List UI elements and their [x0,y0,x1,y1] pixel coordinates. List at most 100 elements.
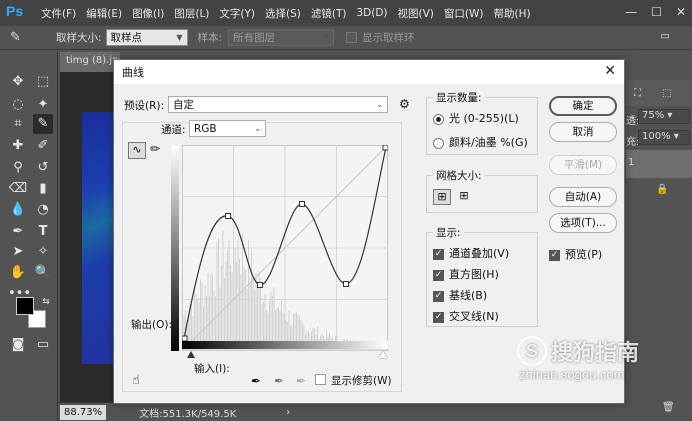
menu-view[interactable]: 视图(V) [393,6,439,21]
preset-value: 自定 [173,99,194,111]
fill-field[interactable]: 100% ▾ [638,130,690,145]
maximize-icon[interactable]: ☐ [651,5,662,19]
zoom-tool-icon[interactable]: 🔍 [33,263,53,283]
watermark-url: zhinan.sogou.com [519,367,625,382]
document-tab[interactable]: timg (8).jpg [60,52,120,72]
channel-overlay-checkbox: ✓ [433,248,444,260]
swap-colors-icon[interactable]: ⇆ [36,292,56,312]
marquee-tool-icon[interactable]: ⬚ [33,72,53,92]
dialog-title: 曲线 [122,66,144,79]
zoom-level-field[interactable]: 88.73% [60,404,107,420]
delete-layer-icon[interactable]: 🗑 [662,402,675,413]
intersection-checkbox: ✓ [433,311,444,323]
curve-mode-icon[interactable]: ∿ [128,142,146,159]
lock-position-icon[interactable]: ⬚ [662,88,671,99]
options-button[interactable]: 选项(T)... [549,213,617,233]
chevron-down-icon: ⌄ [254,124,261,133]
status-menu-arrow-icon[interactable]: › [286,407,290,418]
channel-overlay-label: 通道叠加(V) [449,247,510,260]
menu-3d[interactable]: 3D(D) [351,7,392,19]
gray-eyedropper-icon[interactable]: ✒ [274,374,284,388]
white-eyedropper-icon[interactable]: ✒ [296,374,306,388]
show-clipping-checkbox[interactable] [315,374,326,385]
tools-panel: ✥ ⬚ ◌ ✦ ⌗ ✎ ✚ ✐ ⚲ ↺ ⌫ ▮ 💧 ◔ ✒ T ➤ ✧ ✋ 🔍 … [0,52,58,421]
sample-select[interactable]: 所有图层 ▼ [228,29,335,46]
sample-value: 所有图层 [233,32,276,44]
close-icon[interactable]: ✕ [604,63,616,79]
menu-type[interactable]: 文字(Y) [214,6,260,21]
minimize-icon[interactable]: — [625,5,637,19]
sogou-watermark: S 搜狗指南 zhinan.sogou.com [517,335,639,382]
smooth-button[interactable]: 平滑(M) [549,155,617,175]
black-eyedropper-icon[interactable]: ✒ [251,374,261,388]
fill-value: 100% [642,131,671,142]
magic-wand-tool-icon[interactable]: ✦ [33,95,53,115]
curves-graph[interactable] [182,145,388,351]
eyedropper-tool-icon[interactable]: ✎ [10,30,34,45]
menu-edit[interactable]: 编辑(E) [81,6,127,21]
pen-tool-icon[interactable]: ✒ [8,222,28,242]
white-point-slider[interactable] [379,351,387,358]
opacity-field[interactable]: 75% ▾ [638,109,690,124]
transform-icon[interactable]: ⛶ [634,88,641,99]
menu-file[interactable]: 文件(F) [36,6,81,21]
document-image [82,112,114,364]
sogou-logo-icon: S [517,336,547,366]
preset-select[interactable]: 自定 ⌄ [168,96,388,113]
type-tool-icon[interactable]: T [33,222,53,242]
preview-option[interactable]: ✓ 预览(P) [549,246,602,262]
foreground-color-swatch[interactable] [16,297,34,315]
screen-mode-icon[interactable]: ▭ [33,335,53,355]
lasso-tool-icon[interactable]: ◌ [8,95,28,115]
layer-row[interactable]: 1 [626,150,692,178]
brush-tool-icon[interactable]: ✐ [33,136,53,156]
menu-select[interactable]: 选择(S) [260,6,306,21]
eyedropper-tool-icon[interactable]: ✎ [33,114,53,134]
sample-size-select[interactable]: 取样点 ▼ [105,29,188,46]
menu-filter[interactable]: 滤镜(T) [306,6,352,21]
light-radio[interactable]: 光 (0-255)(L) [433,110,519,126]
preset-settings-gear-icon[interactable]: ⚙ [399,97,410,111]
status-bar: 88.73% 文档:551.3K/549.5K › [58,402,638,421]
ok-button[interactable]: 确定 [549,96,617,116]
blur-tool-icon[interactable]: 💧 [8,200,28,220]
quick-mask-icon[interactable]: ◙ [8,335,28,355]
chevron-down-icon: ▼ [176,33,183,42]
options-bar: ✎ 取样大小: 取样点 ▼ 样本: 所有图层 ▼ 显示取样环 ▭ [0,26,692,50]
workspace-icon[interactable]: ▭ [660,30,670,42]
grid-simple-icon[interactable]: ⊞ [433,189,451,205]
menu-help[interactable]: 帮助(H) [489,6,536,21]
grid-detailed-icon[interactable]: ⊞ [455,189,473,205]
gradient-tool-icon[interactable]: ▮ [33,179,53,199]
shape-tool-icon[interactable]: ✧ [33,242,53,262]
menu-window[interactable]: 窗口(W) [439,6,489,21]
baseline-option[interactable]: ✓ 基线(B) [433,287,487,303]
target-adjust-hand-icon[interactable]: ☝ [132,373,140,388]
chevron-down-icon: ▼ [322,33,330,42]
close-icon[interactable]: ✕ [676,5,686,19]
pigment-radio-label: 颜料/油墨 %(G) [449,136,528,149]
path-selection-tool-icon[interactable]: ➤ [8,242,28,262]
eraser-tool-icon[interactable]: ⌫ [8,179,28,199]
menu-layer[interactable]: 图层(L) [169,6,214,21]
histogram-option[interactable]: ✓ 直方图(H) [433,266,499,282]
pigment-radio[interactable]: 颜料/油墨 %(G) [433,134,528,150]
layer-lock-icon: 🔒 [656,184,669,195]
channel-overlay-option[interactable]: ✓ 通道叠加(V) [433,245,509,261]
display-options-group: 显示: ✓ 通道叠加(V) ✓ 直方图(H) ✓ 基线(B) ✓ 交叉线(N) [426,225,538,327]
intersection-option[interactable]: ✓ 交叉线(N) [433,308,499,324]
move-tool-icon[interactable]: ✥ [8,72,28,92]
crop-tool-icon[interactable]: ⌗ [8,114,28,134]
healing-brush-tool-icon[interactable]: ✚ [8,136,28,156]
menu-image[interactable]: 图像(I) [127,6,169,21]
history-brush-tool-icon[interactable]: ↺ [33,158,53,178]
channel-select[interactable]: RGB ⌄ [189,120,266,137]
pencil-mode-icon[interactable]: ✏ [150,142,160,156]
show-ring-checkbox[interactable] [346,32,358,43]
clone-stamp-tool-icon[interactable]: ⚲ [8,158,28,178]
black-point-slider[interactable] [187,351,195,358]
cancel-button[interactable]: 取消 [549,122,617,142]
hand-tool-icon[interactable]: ✋ [8,263,28,283]
auto-button[interactable]: 自动(A) [549,187,617,207]
dodge-tool-icon[interactable]: ◔ [33,200,53,220]
